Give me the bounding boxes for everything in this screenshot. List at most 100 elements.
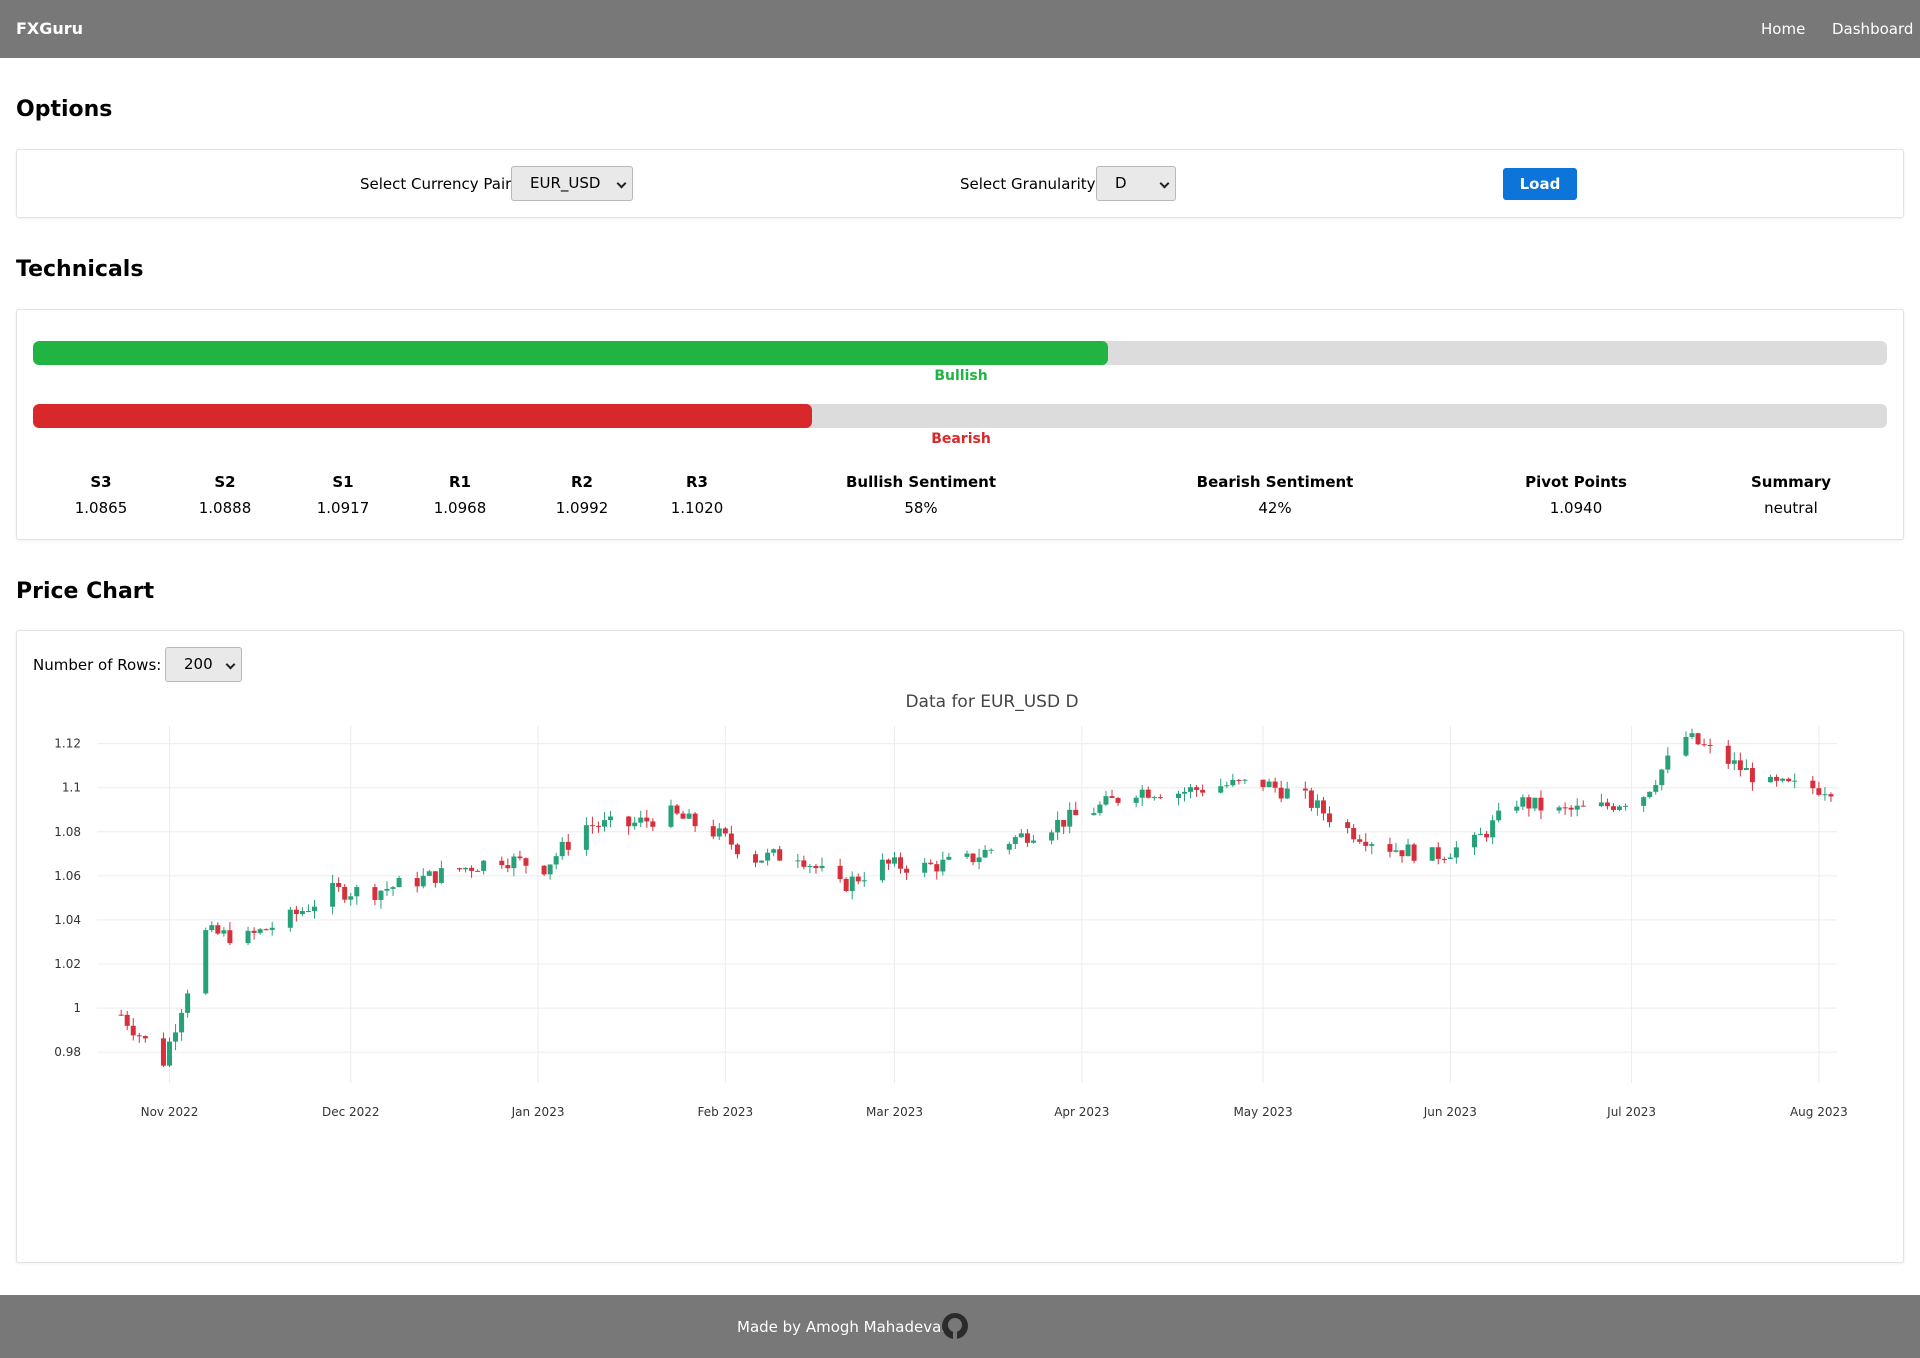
candle-down bbox=[130, 1025, 136, 1036]
candle-down bbox=[1115, 798, 1121, 803]
candle-down bbox=[680, 813, 686, 819]
candle-down bbox=[1580, 805, 1586, 807]
candle-up bbox=[1139, 789, 1145, 798]
footer-credit: Made by Amogh Mahadevan bbox=[737, 1318, 951, 1336]
granularity-label: Select Granularity bbox=[960, 175, 1096, 193]
candle-up bbox=[245, 930, 251, 944]
candle-up bbox=[354, 887, 360, 897]
tech-col-r3: R3 1.1020 bbox=[597, 473, 797, 517]
navbar: FXGuru Home Dashboard bbox=[0, 0, 1920, 58]
tech-value: 58% bbox=[904, 499, 938, 517]
candle-down bbox=[142, 1036, 148, 1039]
footer: Made by Amogh Mahadevan bbox=[0, 1295, 1920, 1358]
tech-col-pivot-points: Pivot Points 1.0940 bbox=[1476, 473, 1676, 517]
tech-value: 1.0940 bbox=[1549, 499, 1603, 517]
candle-up bbox=[1453, 847, 1459, 858]
candle-down bbox=[565, 841, 571, 850]
candle-up bbox=[1792, 780, 1798, 782]
currency-pair-label: Select Currency Pair bbox=[360, 175, 512, 193]
candle-up bbox=[1556, 807, 1562, 811]
candle-down bbox=[1828, 794, 1834, 797]
candle-up bbox=[511, 856, 517, 869]
candle-up bbox=[1490, 820, 1496, 838]
candle-up bbox=[1731, 760, 1737, 764]
bullish-bar-fill bbox=[33, 341, 1109, 365]
candle-up bbox=[819, 865, 825, 869]
candle-up bbox=[1405, 844, 1411, 857]
nav-link-dashboard[interactable]: Dashboard bbox=[1832, 20, 1913, 38]
candle-down bbox=[934, 864, 940, 872]
candle-up bbox=[940, 859, 946, 872]
candle-up bbox=[1780, 778, 1786, 781]
candle-up bbox=[1478, 833, 1484, 835]
candle-down bbox=[1701, 744, 1707, 746]
candle-up bbox=[964, 853, 970, 857]
candle-up bbox=[1683, 736, 1689, 756]
github-icon[interactable] bbox=[942, 1313, 968, 1339]
candle-down bbox=[595, 825, 601, 827]
tech-header: R3 bbox=[686, 473, 708, 491]
y-tick-label: 1.1 bbox=[62, 781, 81, 795]
candle-up bbox=[849, 876, 855, 892]
candle-down bbox=[1816, 788, 1822, 795]
price-chart-card: Number of Rows: 200 Data for EUR_USD D 0.… bbox=[16, 630, 1904, 1263]
nav-link-home[interactable]: Home bbox=[1761, 20, 1805, 38]
candle-down bbox=[650, 821, 656, 827]
tech-value: 1.1020 bbox=[670, 499, 724, 517]
candle-up bbox=[1743, 768, 1749, 771]
x-tick-label: Jan 2023 bbox=[511, 1105, 565, 1119]
x-tick-label: Jun 2023 bbox=[1423, 1105, 1477, 1119]
candle-up bbox=[608, 816, 614, 821]
technicals-card: Bullish Bearish S3 1.0865 S2 1.0888 S1 1… bbox=[16, 309, 1904, 540]
candle-up bbox=[305, 911, 311, 913]
y-tick-label: 1 bbox=[73, 1001, 81, 1015]
candle-down bbox=[1562, 807, 1568, 809]
price-chart-title: Price Chart bbox=[16, 579, 155, 604]
candle-up bbox=[686, 813, 692, 819]
candle-up bbox=[1768, 776, 1774, 783]
chart-title: Data for EUR_USD D bbox=[905, 692, 1078, 712]
candle-up bbox=[384, 888, 390, 891]
candle-up bbox=[1429, 847, 1435, 861]
candle-up bbox=[1242, 779, 1248, 781]
candle-down bbox=[1157, 797, 1163, 799]
candle-up bbox=[1218, 786, 1224, 793]
tech-col-bearish-sentiment: Bearish Sentiment 42% bbox=[1175, 473, 1375, 517]
candle-up bbox=[1369, 844, 1375, 846]
candle-down bbox=[1357, 839, 1363, 842]
load-button[interactable]: Load bbox=[1503, 168, 1577, 200]
candle-up bbox=[209, 925, 215, 931]
y-tick-label: 1.08 bbox=[54, 825, 81, 839]
bullish-label: Bullish bbox=[934, 368, 988, 384]
candle-up bbox=[1623, 805, 1629, 807]
candle-down bbox=[523, 858, 529, 866]
candle-up bbox=[1018, 833, 1024, 838]
brand-logo[interactable]: FXGuru bbox=[16, 19, 83, 38]
granularity-select[interactable]: D bbox=[1096, 166, 1176, 201]
tech-header: Summary bbox=[1750, 473, 1832, 491]
rows-label: Number of Rows: bbox=[33, 656, 162, 674]
candle-up bbox=[892, 857, 897, 864]
candle-up bbox=[1182, 791, 1187, 794]
candle-up bbox=[759, 860, 765, 863]
candle-down bbox=[1145, 789, 1151, 798]
rows-value: 200 bbox=[184, 655, 213, 673]
candle-up bbox=[1689, 733, 1695, 737]
candle-down bbox=[1786, 778, 1792, 782]
currency-pair-select[interactable]: EUR_USD bbox=[511, 166, 633, 201]
candle-down bbox=[541, 865, 547, 875]
candle-down bbox=[1109, 796, 1115, 799]
candle-down bbox=[589, 825, 595, 827]
candle-down bbox=[1260, 779, 1266, 788]
candle-down bbox=[1024, 833, 1030, 843]
chevron-down-icon bbox=[1159, 178, 1170, 189]
candle-down bbox=[692, 813, 698, 827]
candle-down bbox=[1568, 807, 1574, 810]
candle-up bbox=[1151, 797, 1157, 799]
candle-up bbox=[1314, 800, 1320, 808]
candle-down bbox=[1737, 760, 1743, 771]
rows-select[interactable]: 200 bbox=[165, 647, 242, 682]
candle-up bbox=[1514, 806, 1520, 811]
candle-up bbox=[1133, 797, 1139, 803]
candlestick-chart[interactable]: Data for EUR_USD D 0.98 1 1.02 1.04 1.06 1.08 1… bbox=[17, 686, 1887, 1226]
